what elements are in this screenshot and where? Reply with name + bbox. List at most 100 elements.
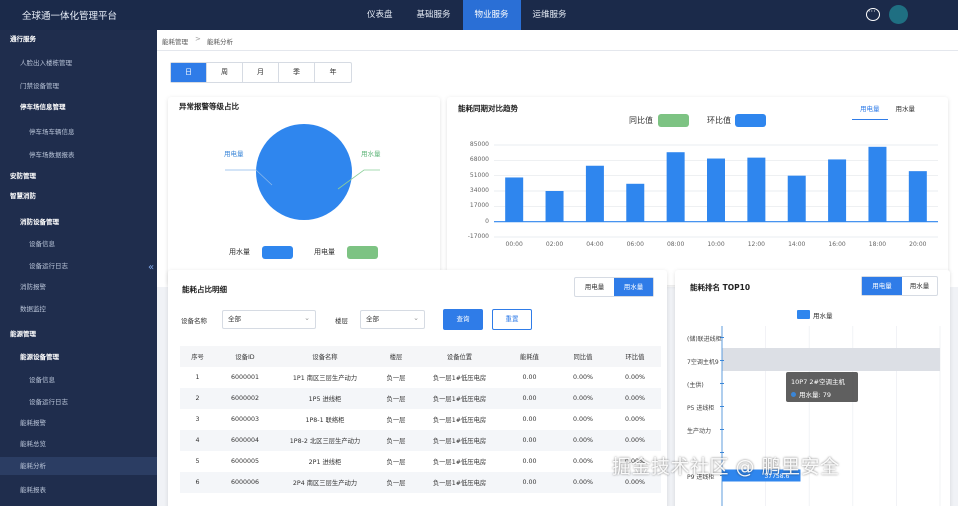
avatar[interactable] — [889, 5, 908, 24]
alarm-pie-chart — [225, 124, 380, 220]
collapse-sidebar-icon[interactable]: « — [148, 262, 154, 273]
rank-category-label: (储)联进线柜 — [687, 335, 722, 343]
table-cell: 负一层 — [375, 472, 417, 493]
trend-bar[interactable] — [747, 157, 766, 222]
legend-water-swatch[interactable] — [262, 246, 293, 259]
chat-icon[interactable] — [866, 7, 880, 21]
filter-device-label: 设备名称 — [181, 317, 207, 325]
table-row[interactable]: 5 6000005 2P1 进线柜 负一层 负一层1#低压电房 0.00 0.00% 0.00… — [180, 451, 661, 472]
nav-basic-services[interactable]: 基础服务 — [405, 0, 463, 30]
sidebar-item[interactable]: 能耗分析 — [0, 457, 157, 475]
y-tick-label: -17000 — [467, 233, 489, 240]
trend-bar[interactable] — [787, 175, 806, 222]
table-row[interactable]: 6 6000006 2P4 南区三层生产动力 负一层 负一层1#低压电房 0.00 0.00… — [180, 472, 661, 493]
sidebar-item[interactable]: 能耗总览 — [0, 435, 157, 453]
table-row[interactable]: 2 6000002 1P5 进线柜 负一层 负一层1#低压电房 0.00 0.00% 0.00… — [180, 388, 661, 409]
tab-year[interactable]: 年 — [315, 63, 351, 82]
sidebar-item[interactable]: 人脸出入楼栋管理 — [0, 54, 157, 72]
x-tick-label: 00:00 — [505, 241, 523, 248]
filter-floor-select[interactable]: 全部 ⌄ — [360, 310, 425, 329]
tab-day[interactable]: 日 — [171, 63, 207, 82]
sidebar-item[interactable]: 消防报警 — [0, 278, 157, 296]
tab-month[interactable]: 月 — [243, 63, 279, 82]
col-device-name: 设备名称 — [275, 346, 375, 367]
rank-tooltip: 10P7 2#空调主机 用水量: 79 — [786, 372, 858, 402]
toggle-detail-electric[interactable]: 用电量 — [575, 278, 614, 296]
sidebar-item[interactable]: 能耗报警 — [0, 414, 157, 432]
chevron-down-icon: ⌄ — [413, 314, 419, 322]
table-cell: 0.00% — [572, 458, 593, 465]
table-cell: 负一层1#低压电房 — [417, 472, 502, 493]
toggle-detail-water[interactable]: 用水量 — [614, 278, 653, 296]
sidebar-item[interactable]: 设备运行日志 — [0, 257, 157, 275]
table-cell: 负一层1#低压电房 — [432, 459, 487, 466]
legend-electric-swatch[interactable] — [347, 246, 378, 259]
legend-electric-label: 用电量 — [314, 248, 335, 256]
trend-bar[interactable] — [868, 146, 887, 222]
trend-bar[interactable] — [666, 152, 685, 222]
pie-slice[interactable] — [256, 124, 352, 220]
nav-property-services[interactable]: 物业服务 — [462, 0, 521, 30]
sidebar-item[interactable]: 设备运行日志 — [0, 393, 157, 411]
trend-bar[interactable] — [505, 177, 524, 222]
table-row[interactable]: 4 6000004 1P8-2 北区三层生产动力 负一层 负一层1#低压电房 0.00 0.… — [180, 430, 661, 451]
filter-device-select[interactable]: 全部 ⌄ — [222, 310, 316, 329]
table-row[interactable]: 1 6000001 1P1 南区三层生产动力 负一层 负一层1#低压电房 0.00 0.00… — [180, 367, 661, 388]
sidebar-item[interactable]: 能源设备管理 — [0, 348, 157, 366]
watermark: 掘金技术社区 @ 鹏里安全 — [612, 456, 840, 478]
trend-bar[interactable] — [707, 158, 725, 222]
top-nav: 仪表盘 基础服务 物业服务 运维服务 — [355, 0, 579, 30]
filter-floor-label: 楼层 — [335, 317, 348, 325]
table-cell: 1P8-1 联络柜 — [305, 417, 345, 424]
sidebar-item[interactable]: 能耗报表 — [0, 481, 157, 499]
nav-dashboard[interactable]: 仪表盘 — [355, 0, 405, 30]
x-tick-label: 10:00 — [707, 241, 725, 248]
col-mom: 环比值 — [609, 346, 661, 367]
sidebar-item[interactable]: 停车场数据报表 — [0, 146, 157, 164]
query-button[interactable]: 查询 — [443, 309, 483, 330]
table-header-row: 序号 设备ID 设备名称 楼层 设备位置 能耗值 同比值 环比值 — [180, 346, 661, 367]
trend-bar[interactable] — [626, 183, 645, 222]
x-tick-label: 08:00 — [666, 241, 685, 248]
nav-ops-services[interactable]: 运维服务 — [521, 0, 579, 30]
sidebar-item[interactable]: 停车场车辆信息 — [0, 123, 157, 141]
trend-card: 能耗同期对比趋势 同比值 环比值 用电量 用水量 85000 68000 51000… — [447, 97, 948, 285]
table-cell: 6000004 — [215, 430, 275, 451]
reset-button[interactable]: 重置 — [492, 309, 532, 330]
sidebar-item[interactable]: 设备信息 — [0, 371, 157, 389]
sidebar-item[interactable]: 通行服务 — [0, 30, 157, 48]
table-cell: 2P4 南区三层生产动力 — [275, 472, 375, 493]
table-cell: 0.00% — [609, 430, 661, 451]
table-cell: 2 — [180, 388, 215, 409]
alarm-ratio-card: 异常报警等级占比 用电量 用水量 用水量 用电量 — [168, 97, 440, 285]
breadcrumb-energy-management[interactable]: 能耗管理 — [162, 36, 188, 46]
y-tick-label: 17000 — [469, 202, 489, 210]
app-title: 全球通一体化管理平台 — [22, 11, 118, 22]
trend-bar[interactable] — [545, 191, 564, 222]
y-tick-label: 51000 — [469, 171, 489, 179]
trend-bar-chart — [494, 144, 938, 238]
sidebar-item[interactable]: 停车场信息管理 — [0, 98, 157, 116]
sidebar-item[interactable]: 门禁设备管理 — [0, 77, 157, 95]
sidebar-item[interactable]: 智慧消防 — [0, 187, 157, 205]
table-cell: 0.00% — [557, 472, 609, 493]
sidebar-item[interactable]: 数据监控 — [0, 300, 157, 318]
sidebar-item[interactable]: 能源管理 — [0, 325, 157, 343]
main-content: 能耗管理 > 能耗分析 日 周 月 季 年 异常报警等级占比 用电量 用水量 用… — [157, 30, 958, 506]
tab-week[interactable]: 周 — [207, 63, 243, 82]
table-cell: 6000005 — [230, 458, 260, 465]
tooltip-title: 10P7 2#空调主机 — [791, 378, 845, 386]
pie-label-electric: 用电量 — [224, 150, 244, 158]
table-row[interactable]: 3 6000003 1P8-1 联络柜 负一层 负一层1#低压电房 0.00 0.00% 0.… — [180, 409, 661, 430]
table-cell: 6000002 — [215, 388, 275, 409]
tab-quarter[interactable]: 季 — [279, 63, 315, 82]
detail-card: 能耗占比明细 用电量 用水量 设备名称 全部 ⌄ 楼层 全部 ⌄ 查询 重置 序… — [168, 270, 667, 506]
sidebar-item[interactable]: 安防管理 — [0, 167, 157, 185]
trend-bar[interactable] — [908, 171, 927, 222]
trend-bar[interactable] — [585, 165, 604, 222]
table-cell: 0.00% — [572, 374, 593, 381]
table-cell: 负一层1#低压电房 — [417, 430, 502, 451]
sidebar-item[interactable]: 消防设备管理 — [0, 213, 157, 231]
trend-bar[interactable] — [828, 159, 847, 222]
sidebar-item[interactable]: 设备信息 — [0, 235, 157, 253]
